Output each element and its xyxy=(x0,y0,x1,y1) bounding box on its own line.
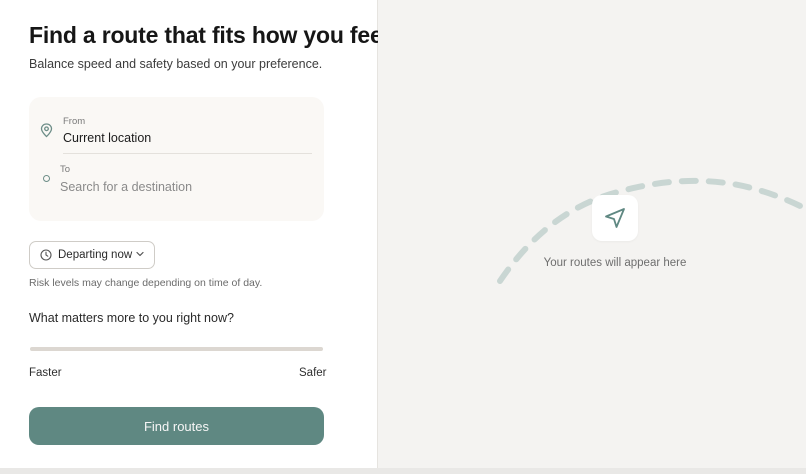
dashed-route-arc xyxy=(497,177,806,284)
destination-dot-icon xyxy=(43,175,50,182)
departure-time-label: Departing now xyxy=(58,249,133,261)
page-title: Find a route that fits how you feel xyxy=(29,22,389,48)
route-card: From Current location To xyxy=(29,97,324,221)
from-label: From xyxy=(63,116,86,127)
routes-results-panel: Your routes will appear here xyxy=(378,0,806,468)
clock-icon xyxy=(40,249,52,261)
empty-state-message: Your routes will appear here xyxy=(543,257,687,269)
preference-question: What matters more to you right now? xyxy=(29,311,234,325)
find-routes-button[interactable]: Find routes xyxy=(29,407,324,445)
route-form-panel: Find a route that fits how you feel Bala… xyxy=(0,0,389,468)
page-subtitle: Balance speed and safety based on your p… xyxy=(29,57,323,71)
navigation-arrow-icon xyxy=(605,208,625,228)
empty-state-icon-tile xyxy=(592,195,638,241)
bottom-edge xyxy=(0,468,806,474)
destination-search-input[interactable] xyxy=(60,179,300,195)
field-divider xyxy=(63,153,312,154)
from-field[interactable]: Current location xyxy=(63,131,151,145)
speed-safety-slider[interactable] xyxy=(30,347,323,351)
to-label: To xyxy=(60,164,71,175)
departure-time-dropdown[interactable]: Departing now xyxy=(29,241,155,269)
slider-label-faster: Faster xyxy=(29,367,62,379)
slider-label-safer: Safer xyxy=(299,367,327,379)
location-pin-icon xyxy=(40,123,53,138)
risk-note: Risk levels may change depending on time… xyxy=(29,277,263,289)
chevron-down-icon xyxy=(136,251,144,257)
